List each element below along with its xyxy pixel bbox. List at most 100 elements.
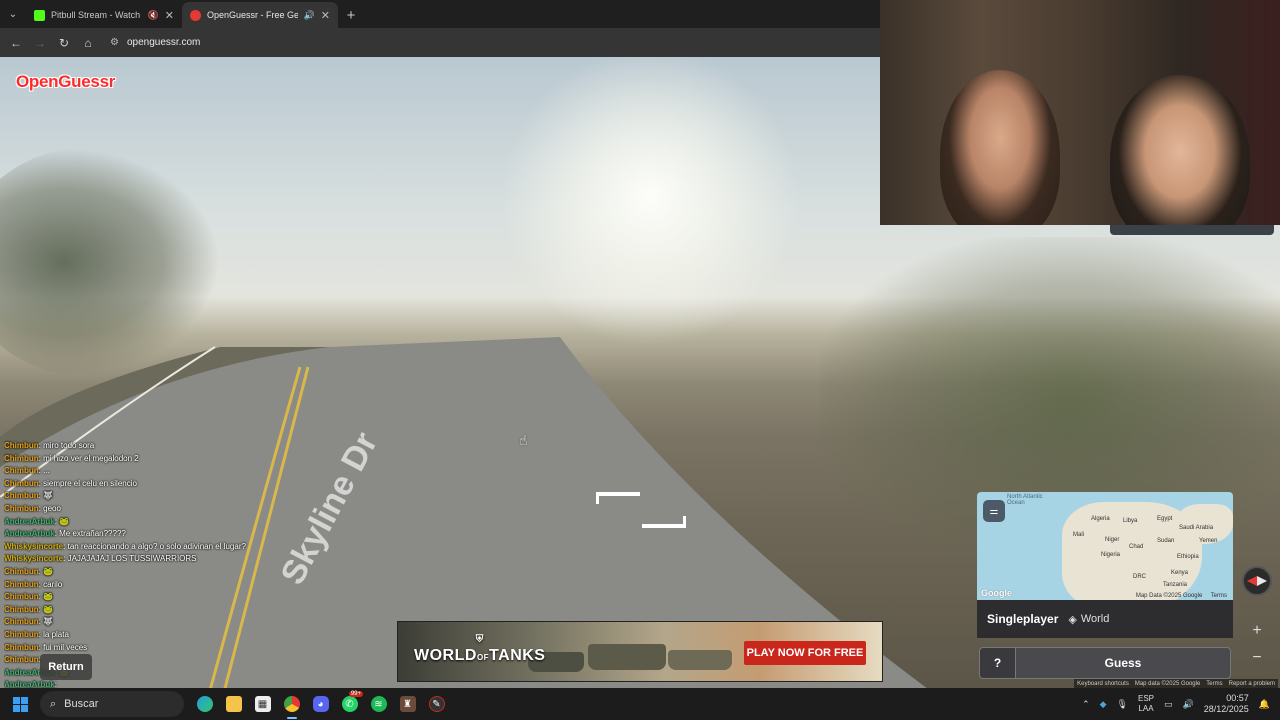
move-arrow-icon[interactable] [596,492,640,504]
taskbar-explorer[interactable] [219,688,248,720]
guess-minimap[interactable]: North Atlantic Ocean Algeria Libya Egypt… [977,492,1233,600]
tab-search-chevron-icon[interactable]: ⌄ [0,1,26,27]
openguessr-logo[interactable]: OpenGuessr [16,72,115,92]
reload-icon[interactable]: ↻ [54,33,74,53]
chat-username[interactable]: Chimbun [4,504,39,513]
chat-username[interactable]: AndreaArbuk [4,517,55,526]
microphone-icon[interactable]: 🎙 [1117,699,1128,710]
chat-username[interactable]: Chimbun [4,466,39,475]
terms-link[interactable]: Terms [1206,681,1222,687]
forward-arrow-icon[interactable]: → [30,33,50,53]
keyboard-shortcuts-link[interactable]: Keyboard shortcuts [1077,681,1129,687]
report-problem-link[interactable]: Report a problem [1229,681,1275,687]
tab-openguessr[interactable]: OpenGuessr - Free GeoGue 🔊 ✕ [182,2,338,28]
back-arrow-icon[interactable]: ← [6,33,26,53]
clock[interactable]: 00:57 28/12/2025 [1204,693,1249,715]
tab-close-icon[interactable]: ✕ [321,9,330,22]
taskbar-store[interactable]: ▦ [248,688,277,720]
chat-message: AndreaArbuk: Me extrañan????? [4,528,304,541]
new-tab-button[interactable]: + [338,2,364,28]
chat-message: Chimbun: ... [4,465,304,478]
zoom-out-button[interactable]: − [1245,646,1269,670]
taskbar-discord[interactable]: ◕ [306,688,335,720]
logo-word-world: WORLD [414,647,477,664]
clock-date: 28/12/2025 [1203,704,1249,714]
chat-username[interactable]: Whiskysincorte [4,554,63,563]
taskbar-app[interactable]: ✎ [422,688,451,720]
home-icon[interactable]: ⌂ [78,33,98,53]
map-label: Saudi Arabia [1179,525,1214,531]
chat-username[interactable]: Chimbun [4,454,39,463]
taskbar-whatsapp[interactable]: ✆ 99+ [335,688,364,720]
discord-icon: ◕ [312,696,329,712]
chat-message: Chimbun: geoo [4,503,304,516]
mode-label: Singleplayer [987,612,1059,626]
tab-close-icon[interactable]: ✕ [165,9,174,22]
volume-icon[interactable]: 🔊 [1183,699,1194,710]
keyboard-layout: LAA [1138,704,1154,713]
return-button[interactable]: Return [40,654,92,680]
chat-username[interactable]: Chimbun [4,567,39,576]
chat-message: Chimbun: 🐸 [4,604,304,617]
start-button[interactable] [0,688,40,720]
region-chip[interactable]: ◈ World [1068,613,1109,626]
browser-toolbar: ← → ↻ ⌂ ⚙ openguessr.com [0,28,880,57]
chat-message: Chimbun: 🐺 [4,490,304,503]
tank-illustration [588,644,666,670]
chat-text: mi hizo ver el megalodon 2 [43,453,139,463]
chat-username[interactable]: Chimbun [4,630,39,639]
play-now-button[interactable]: PLAY NOW FOR FREE [744,641,866,665]
map-label: Libya [1123,518,1138,524]
world-of-tanks-logo: ⛨ WORLDOFTANKS [414,632,545,666]
move-arrow-icon[interactable] [642,516,686,528]
language-code: ESP [1137,694,1154,703]
speaker-icon[interactable]: 🔊 [304,10,315,21]
taskbar-chrome[interactable] [277,688,306,720]
zoom-in-button[interactable]: + [1245,619,1269,643]
taskbar-spotify[interactable]: ≋ [364,688,393,720]
chat-username[interactable]: Chimbun [4,491,39,500]
taskbar-edge[interactable] [190,688,219,720]
address-bar[interactable]: ⚙ openguessr.com [110,32,200,54]
network-icon[interactable]: ▭ [1164,699,1173,710]
openguessr-favicon-icon [190,9,201,21]
map-terms-link[interactable]: Terms [1211,593,1227,599]
chat-username[interactable]: Chimbun [4,592,39,601]
world-of-tanks-ad[interactable]: ⛨ WORLDOFTANKS PLAY NOW FOR FREE [397,621,883,682]
language-indicator[interactable]: ESP LAA [1138,694,1154,714]
chat-text: fui mil veces [43,642,88,652]
tray-chevron-icon[interactable]: ⌃ [1082,699,1090,710]
tab-pitbull-stream[interactable]: Pitbull Stream - Watch Live 🔇 ✕ [26,2,182,28]
help-button[interactable]: ? [979,647,1015,679]
notification-icon[interactable]: 🔔 [1259,699,1270,710]
logo-word-of: OF [476,653,490,662]
tray-app-icon[interactable]: ◆ [1100,699,1107,710]
chat-message: Chimbun: carilo [4,579,304,592]
chat-username[interactable]: Whiskysincorte [4,542,63,551]
chat-username[interactable]: Chimbun [4,441,39,450]
chat-text: 🐸 [43,604,54,614]
game-app-icon: ♜ [399,696,416,712]
chat-text: tan reaccionando a algo? o solo adivinan… [67,541,246,551]
chat-username[interactable]: Chimbun [4,479,39,488]
chat-username[interactable]: Chimbun [4,643,39,652]
compass-icon[interactable] [1242,566,1272,596]
chat-username[interactable]: Chimbun [4,655,39,664]
chat-username[interactable]: Chimbun [4,617,39,626]
taskbar-game[interactable]: ♜ [393,688,422,720]
chat-text: geoo [43,503,61,513]
chat-message: Chimbun: miro todo sora [4,440,304,453]
map-label: Ethiopia [1177,554,1199,560]
hand-cursor-icon: ☝ [519,432,528,448]
chat-username[interactable]: Chimbun [4,605,39,614]
guess-button[interactable]: Guess [1015,647,1231,679]
chat-message: Whiskysincorte: JAJAJAJAJ LOS TUSSIWARRI… [4,553,304,566]
muted-speaker-icon[interactable]: 🔇 [148,10,159,21]
site-settings-icon[interactable]: ⚙ [110,37,119,48]
map-options-icon[interactable]: ⚌ [983,500,1005,522]
taskbar-search[interactable]: ⌕ Buscar [40,691,184,717]
chat-text: la plata [43,629,69,639]
chat-username[interactable]: AndreaArbuk [4,529,55,538]
chat-text: 🐸 [43,592,54,602]
chat-username[interactable]: Chimbun [4,580,39,589]
